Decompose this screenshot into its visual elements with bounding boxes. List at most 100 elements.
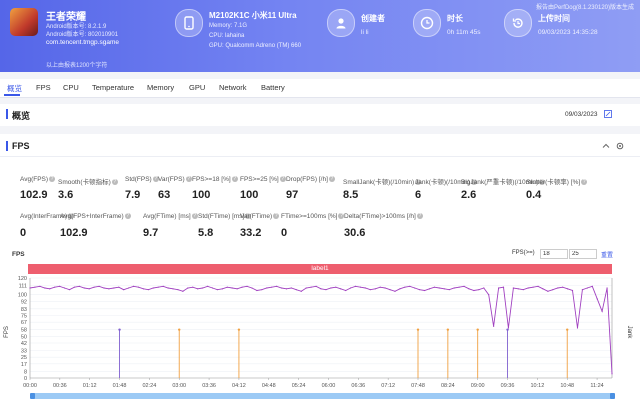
fps-data-point (453, 287, 455, 289)
tab-cpu[interactable]: CPU (63, 83, 79, 92)
fps-data-point (379, 286, 381, 288)
fps-data-point (507, 327, 510, 329)
x-tick-label: 04:48 (262, 383, 276, 389)
duration-value: 0h 11m 45s (447, 29, 481, 36)
help-icon[interactable]: ? (49, 176, 56, 183)
fps-data-point (68, 289, 71, 291)
fps-data-point (497, 287, 500, 289)
fps-data-point (532, 286, 534, 288)
x-tick-label: 10:12 (531, 383, 545, 389)
timeline-scrollbar[interactable] (30, 393, 615, 399)
fps-data-point (394, 290, 396, 292)
fps-data-point (512, 287, 514, 289)
fps-data-point (137, 286, 140, 288)
device-name: M2102K1C 小米11 Ultra (209, 11, 297, 20)
jank-marker-dot (446, 328, 450, 331)
fps-data-point (423, 289, 426, 292)
tab-memory[interactable]: Memory (147, 83, 174, 92)
y-tick-label: 33 (21, 349, 27, 355)
fps-data-point (177, 289, 179, 291)
fps-data-point (581, 289, 584, 291)
fps-data-point (374, 288, 376, 290)
fps-data-point (162, 285, 164, 287)
tab-temperature[interactable]: Temperature (92, 83, 134, 92)
tab-network[interactable]: Network (219, 83, 247, 92)
device-memory: Memory: 7.1G (209, 23, 248, 29)
reset-button[interactable]: 重置 (601, 250, 613, 259)
fps-data-point (113, 287, 115, 289)
fps-data-point (261, 289, 263, 291)
fps-data-point (458, 286, 460, 288)
fps-data-point (389, 289, 391, 291)
label-bar[interactable]: label1 (28, 264, 612, 274)
fps-threshold-1-input[interactable] (540, 249, 568, 259)
fps-data-point (428, 288, 431, 290)
fps-data-point (276, 285, 278, 287)
stat-r1-label-2: Std(FPS)? (125, 176, 159, 183)
fps-data-point (206, 285, 209, 287)
fps-data-point (320, 288, 322, 290)
help-icon[interactable]: ? (191, 213, 198, 220)
help-icon[interactable]: ? (328, 176, 335, 183)
fps-threshold-2-input[interactable] (569, 249, 597, 259)
settings-icon[interactable] (616, 142, 624, 150)
fps-data-point (601, 310, 603, 312)
fps-data-point (315, 285, 317, 287)
chevron-up-icon[interactable] (602, 142, 610, 150)
edit-icon[interactable] (604, 110, 612, 118)
stat-r2-label-2: Avg(FTime) [ms]? (143, 213, 198, 220)
help-icon[interactable]: ? (581, 179, 588, 186)
fps-data-point (300, 290, 302, 292)
fps-data-point (192, 286, 194, 288)
tab-overview[interactable]: 概览 (7, 83, 22, 94)
help-icon[interactable]: ? (185, 176, 192, 183)
scroll-handle-left[interactable] (30, 393, 35, 399)
fps-data-point (34, 286, 36, 288)
y-tick-label: 17 (21, 362, 27, 368)
stat-r2-value-1: 102.9 (60, 227, 88, 239)
fps-data-point (547, 290, 549, 292)
x-tick-label: 01:48 (113, 383, 127, 389)
stat-r1-label-5: FPS>=25 [%]? (240, 176, 286, 183)
fps-data-point (414, 287, 416, 289)
device-cpu: CPU: lahaina (209, 33, 245, 39)
scroll-handle-right[interactable] (610, 393, 615, 399)
help-icon[interactable]: ? (231, 176, 238, 183)
tab-fps[interactable]: FPS (36, 83, 51, 92)
y-tick-label: 67 (21, 320, 27, 326)
fps-data-point (49, 288, 51, 290)
y-tick-label: 92 (21, 299, 27, 305)
help-icon[interactable]: ? (111, 179, 118, 186)
stat-r1-value-4: 100 (192, 189, 211, 201)
x-tick-label: 10:48 (560, 383, 574, 389)
tab-battery[interactable]: Battery (261, 83, 285, 92)
stat-r1-value-6: 97 (286, 189, 299, 201)
app-subtitle: 以上由报表1200个字符 (46, 63, 108, 69)
report-watermark: 报告由PerfDog(8.1.230120)版本生成 (535, 5, 634, 11)
fps-data-point (369, 289, 371, 291)
upload-title: 上传时间 (538, 14, 570, 23)
x-tick-label: 03:00 (172, 383, 186, 389)
x-tick-label: 05:24 (292, 383, 306, 389)
y-tick-label: 111 (19, 284, 27, 290)
stat-r2-label-text-1: Avg(FPS+InterFrame) (60, 213, 124, 220)
fps-data-point (591, 285, 593, 287)
fps-data-point (236, 288, 238, 290)
help-icon[interactable]: ? (273, 213, 280, 220)
stat-r1-label-text-7: SmallJank(卡顿)(/10min) (343, 179, 415, 186)
stat-r2-label-5: FTime>=100ms [%]? (281, 213, 345, 220)
jank-marker-dot (416, 328, 420, 331)
stat-r1-label-4: FPS>=18 [%]? (192, 176, 238, 183)
fps-divider (0, 156, 640, 157)
stat-r1-label-1: Smooth(卡顿指标)? (58, 176, 118, 186)
fps-data-point (404, 286, 406, 288)
help-icon[interactable]: ? (124, 213, 131, 220)
stat-r1-label-text-1: Smooth(卡顿指标) (58, 179, 111, 186)
y-tick-label: 0 (24, 376, 27, 382)
help-icon[interactable]: ? (279, 176, 286, 183)
help-icon[interactable]: ? (416, 213, 423, 220)
stat-r2-value-0: 0 (20, 227, 27, 239)
fps-data-point (271, 286, 273, 288)
jank-marker-dot (566, 328, 569, 331)
tab-gpu[interactable]: GPU (189, 83, 205, 92)
